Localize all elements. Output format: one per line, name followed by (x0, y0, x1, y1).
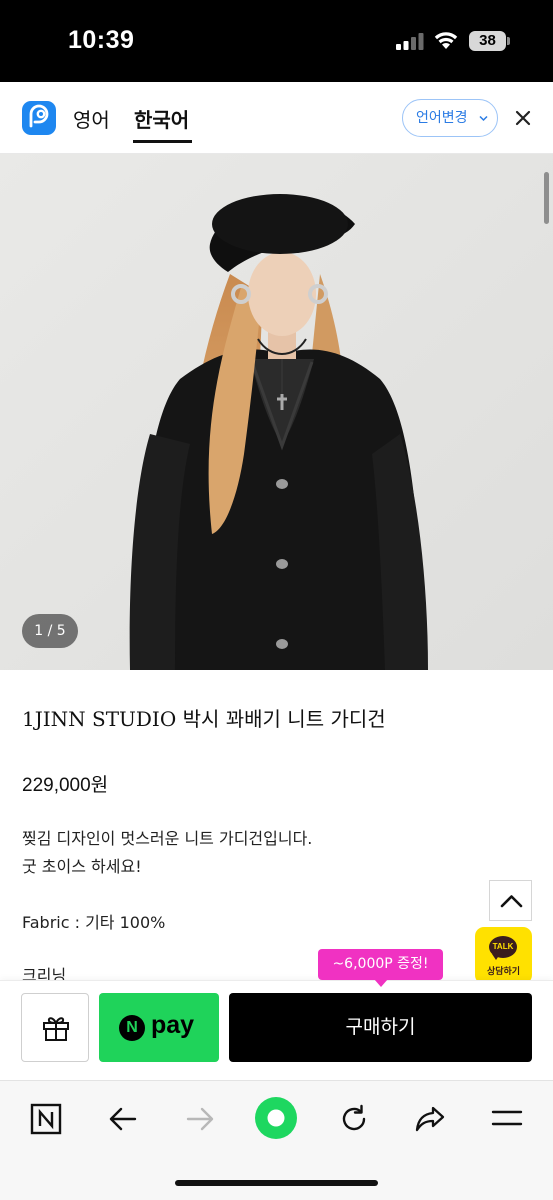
product-photo (0, 154, 553, 670)
talk-label: 상담하기 (486, 967, 521, 977)
forward-arrow-icon[interactable] (185, 1105, 215, 1133)
image-scrollbar[interactable] (544, 172, 549, 224)
naver-n-badge: N (119, 1015, 145, 1041)
tab-korean[interactable]: 한국어 (134, 104, 189, 133)
battery-nub (507, 37, 510, 45)
scroll-to-top-button[interactable] (489, 880, 532, 921)
product-price: 229,000원 (22, 775, 109, 796)
point-promo-tag: ~6,000P 증정! (318, 949, 443, 980)
status-bar: 10:39 38 (0, 0, 553, 82)
status-time: 10:39 (68, 26, 135, 54)
change-language-label: 언어변경 (416, 110, 468, 126)
product-title: 1JINN STUDIO 박시 꽈배기 니트 가디건 (22, 707, 386, 731)
point-promo-tail (374, 979, 388, 987)
gift-icon (43, 1017, 69, 1041)
fabric-info: Fabric : 기타 100% (22, 913, 166, 932)
cleaning-info: 크리닝 (22, 966, 67, 980)
translation-bar: 영어 한국어 언어변경 (0, 82, 553, 154)
gift-button[interactable] (21, 993, 89, 1062)
change-language-button[interactable]: 언어변경 (402, 99, 498, 137)
image-counter-badge: 1 / 5 (22, 614, 78, 648)
refresh-icon[interactable] (338, 1103, 370, 1135)
back-arrow-icon[interactable] (108, 1105, 138, 1133)
tab-english[interactable]: 영어 (73, 104, 110, 133)
naver-n-icon[interactable] (30, 1103, 62, 1135)
chevron-down-icon (479, 115, 488, 122)
wifi-icon (434, 32, 458, 49)
buy-button[interactable]: 구매하기 (229, 993, 532, 1062)
talk-bubble-tail (492, 954, 500, 960)
naver-pay-label: pay (151, 1011, 195, 1039)
close-icon[interactable] (514, 109, 532, 127)
product-image[interactable] (0, 154, 553, 670)
green-home-icon[interactable] (255, 1097, 297, 1139)
naver-pay-button[interactable]: N pay (99, 993, 219, 1062)
chevron-up-icon (500, 895, 523, 908)
share-icon[interactable] (414, 1103, 446, 1135)
active-tab-indicator (133, 140, 192, 143)
menu-icon[interactable] (491, 1107, 523, 1129)
talk-consult-button[interactable]: TALK 상담하기 (475, 927, 532, 984)
papago-logo-icon (22, 101, 56, 135)
description-line: 굿 초이스 하세요! (22, 857, 142, 876)
home-indicator (175, 1180, 378, 1186)
cellular-signal-icon (396, 33, 424, 50)
battery-indicator: 38 (469, 31, 506, 51)
description-line: 찢김 디자인이 멋스러운 니트 가디건입니다. (22, 829, 313, 848)
